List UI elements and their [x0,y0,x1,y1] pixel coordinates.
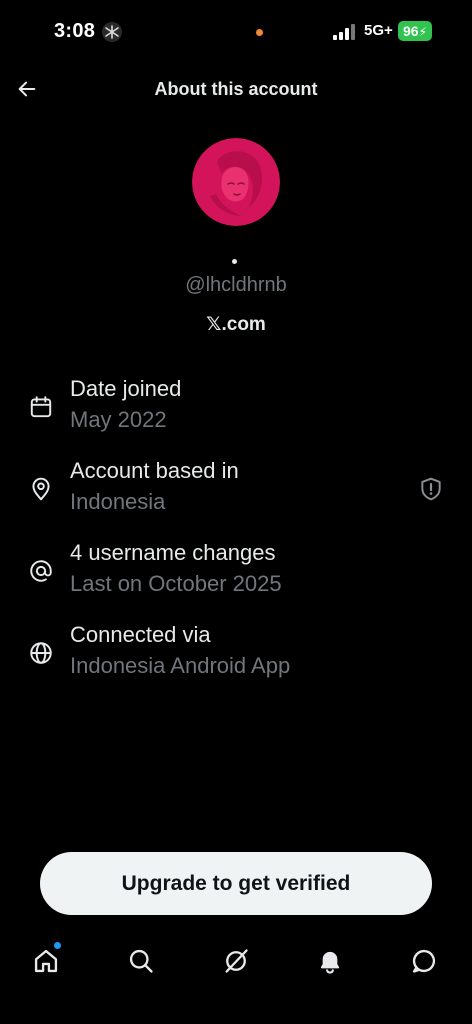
page-title: About this account [154,79,318,99]
info-row-date-joined: Date joined May 2022 [0,376,472,446]
search-icon [129,949,153,973]
display-name-dot [232,259,237,264]
signal-icon [333,24,357,40]
connected-via-label: Connected via [70,622,211,647]
nav-notifications[interactable] [312,943,348,979]
globe-icon [28,640,54,666]
battery-indicator: 96⚡ [398,21,432,41]
messages-icon [412,949,436,973]
username-handle: @lhcldhrnb [185,274,287,296]
nav-grok[interactable] [218,943,254,979]
nav-messages[interactable] [406,943,442,979]
app-notification-icon [102,22,122,42]
network-type: 5G+ [364,22,393,39]
calendar-icon [28,394,54,420]
grok-icon [225,949,248,973]
shield-alert-icon[interactable] [418,476,444,502]
about-account-screen: 3:08 5G+ 96⚡ About this account @lhcldhr… [0,0,472,1024]
charging-icon: ⚡ [418,25,427,39]
home-notification-badge [54,942,61,949]
bottom-navigation [0,935,472,987]
date-joined-label: Date joined [70,376,182,401]
location-pin-icon [28,476,54,502]
account-based-in-value: Indonesia [70,489,166,514]
home-icon [34,949,58,973]
date-joined-value: May 2022 [70,407,167,432]
info-row-username-changes: 4 username changes Last on October 2025 [0,540,472,610]
status-time: 3:08 [54,20,96,42]
avatar[interactable] [192,138,280,226]
at-sign-icon [28,558,54,584]
notifications-icon [320,951,340,974]
account-based-in-label: Account based in [70,458,239,483]
privacy-indicator-dot [256,29,263,36]
site-label: 𝕏.com [206,314,266,335]
info-row-connected-via: Connected via Indonesia Android App [0,622,472,692]
username-changes-value: Last on October 2025 [70,571,282,596]
status-bar: 3:08 5G+ 96⚡ [0,0,472,64]
upgrade-verified-button[interactable]: Upgrade to get verified [40,852,432,915]
info-row-account-based-in: Account based in Indonesia [0,458,472,528]
nav-search[interactable] [123,943,159,979]
username-changes-label: 4 username changes [70,540,276,565]
battery-level: 96 [402,23,419,39]
connected-via-value: Indonesia Android App [70,653,291,678]
